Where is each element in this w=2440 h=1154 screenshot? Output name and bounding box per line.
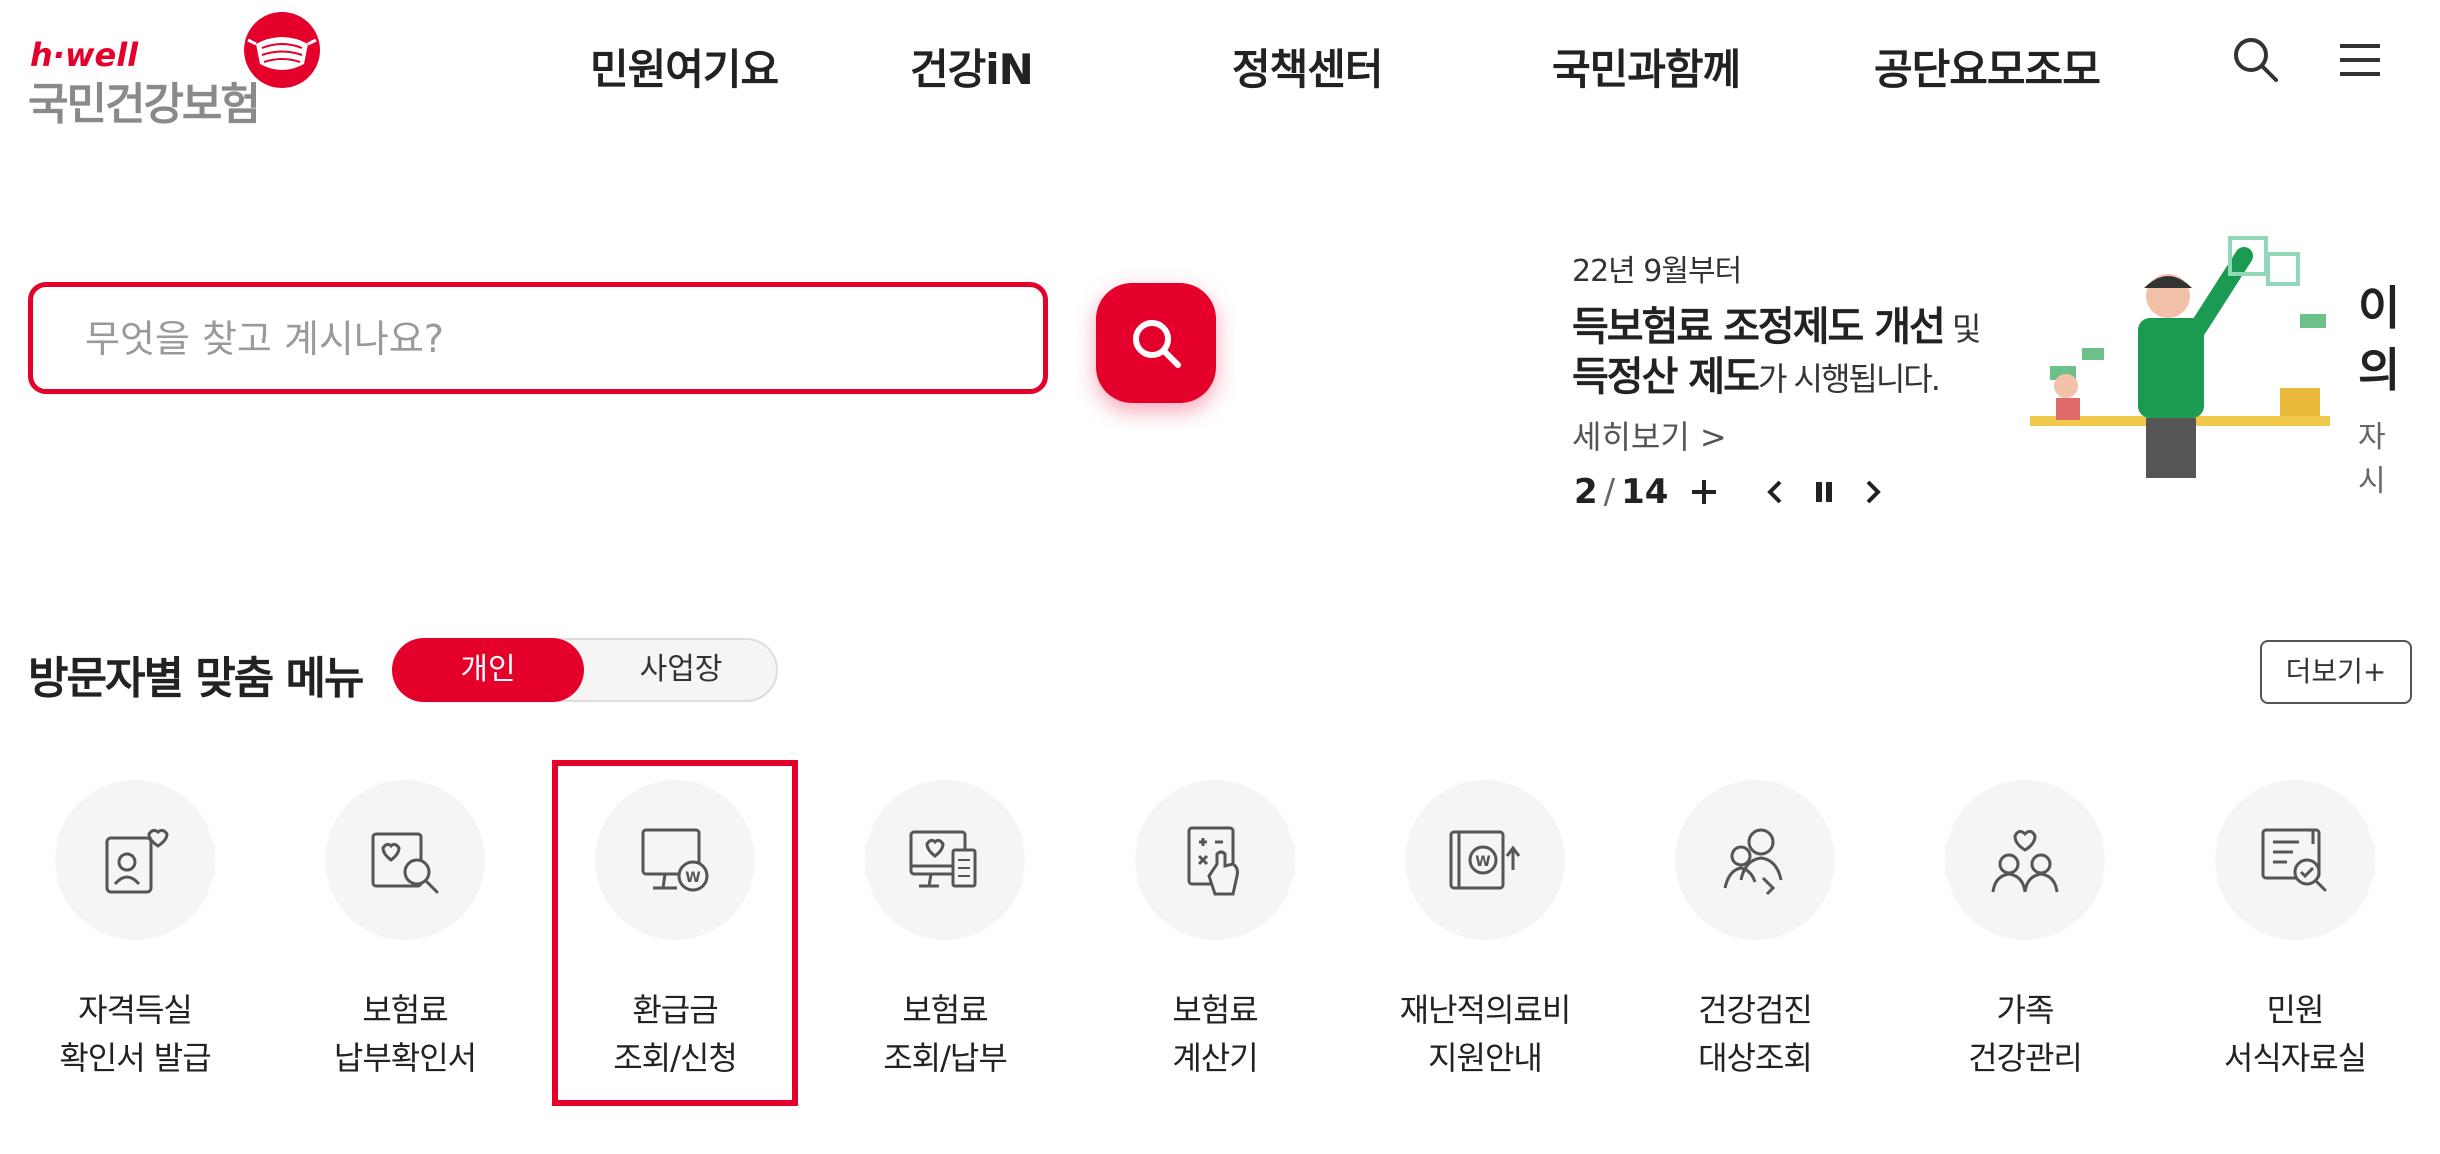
- menu-label: 보험료 조회/납부: [883, 991, 1008, 1077]
- menu-icon-circle: [55, 780, 215, 940]
- logo[interactable]: h·well 국민건강보험: [28, 10, 328, 130]
- toggle-business[interactable]: 사업장: [588, 640, 774, 700]
- banner-title-line2: 득정산 제도가 시행됩니다.: [1572, 354, 1941, 400]
- search-icon[interactable]: [2230, 34, 2282, 86]
- menu-label: 건강검진 대상조회: [1698, 991, 1813, 1077]
- hamburger-menu-icon[interactable]: [2334, 34, 2386, 86]
- family-heart-icon: [1991, 829, 2059, 893]
- banner-counter: 2/14: [1574, 472, 1669, 512]
- menu-label: 환급금 조회/신청: [613, 991, 738, 1077]
- document-check-icon: [2261, 828, 2327, 892]
- svg-text:W: W: [685, 870, 700, 886]
- svg-text:W: W: [1475, 854, 1490, 870]
- search-box: [28, 282, 1048, 394]
- menu-item-qualification-certificate[interactable]: 자격득실 확인서 발급: [0, 780, 230, 1080]
- monitor-won-icon: W: [641, 828, 709, 892]
- nav-item-minwon[interactable]: 민원여기요: [590, 36, 779, 97]
- banner-next-line1: 이: [2358, 281, 2401, 335]
- menu-icon-circle: [1945, 780, 2105, 940]
- menu-item-health-checkup-inquiry[interactable]: 건강검진 대상조회: [1620, 780, 1850, 1080]
- monitor-receipt-icon: [909, 830, 977, 888]
- menu-label: 재난적의료비 지원안내: [1399, 991, 1572, 1077]
- menu-label: 자격득실 확인서 발급: [59, 991, 211, 1077]
- chevron-right-icon[interactable]: [1854, 474, 1890, 510]
- menu-label: 가족 건강관리: [1968, 991, 2083, 1077]
- pause-icon[interactable]: [1806, 474, 1842, 510]
- menu-label: 보험료 납부확인서: [333, 991, 477, 1077]
- search-button[interactable]: [1096, 283, 1216, 403]
- toggle-individual[interactable]: 개인: [392, 638, 584, 702]
- menu-item-refund-inquiry[interactable]: W 환급금 조회/신청: [540, 780, 770, 1080]
- document-search-icon: [371, 832, 439, 894]
- menu-item-premium-payment-certificate[interactable]: 보험료 납부확인서: [270, 780, 500, 1080]
- menu-item-civil-forms[interactable]: 민원 서식자료실: [2160, 780, 2390, 1080]
- visitor-menu-title: 방문자별 맞춤 메뉴: [28, 653, 364, 704]
- menu-icon-circle: [1135, 780, 1295, 940]
- nav-item-policy-center[interactable]: 정책센터: [1232, 36, 1384, 97]
- visitor-type-toggle: 개인 사업장: [392, 638, 778, 702]
- search-icon: [1133, 320, 1181, 368]
- banner-detail-link[interactable]: 세히보기 >: [1572, 412, 1727, 458]
- calculator-hand-icon: [1187, 826, 1239, 896]
- logo-mask-icon: [244, 12, 320, 88]
- banner-next-line3: 자시: [2358, 420, 2386, 499]
- menu-item-premium-calculator[interactable]: 보험료 계산기: [1080, 780, 1310, 1080]
- menu-item-premium-inquiry-payment[interactable]: 보험료 조회/납부: [810, 780, 1040, 1080]
- menu-item-family-health[interactable]: 가족 건강관리: [1890, 780, 2120, 1080]
- banner-date: 22년 9월부터: [1572, 254, 1742, 289]
- nav-item-health-in[interactable]: 건강iN: [910, 36, 1034, 97]
- menu-item-catastrophic-medical-support[interactable]: W 재난적의료비 지원안내: [1350, 780, 1580, 1080]
- menu-icon-circle: [325, 780, 485, 940]
- menu-label: 민원 서식자료실: [2223, 991, 2367, 1077]
- logo-text: 국민건강보험: [28, 79, 261, 130]
- nav-item-with-citizens[interactable]: 국민과함께: [1552, 36, 1741, 97]
- person-search-icon: [1723, 828, 1783, 896]
- more-button[interactable]: 더보기+: [2260, 640, 2412, 704]
- nav-item-about[interactable]: 공단요모조모: [1874, 36, 2101, 97]
- banner-next-line2: 의: [2358, 343, 2401, 397]
- menu-icon-circle: W: [1405, 780, 1565, 940]
- plus-icon[interactable]: [1686, 474, 1722, 510]
- banner-illustration: [2030, 236, 2330, 478]
- menu-icon-circle: [865, 780, 1025, 940]
- menu-icon-circle: [1675, 780, 1835, 940]
- search-input[interactable]: [83, 287, 987, 391]
- menu-icon-circle: [2215, 780, 2375, 940]
- chevron-left-icon[interactable]: [1758, 474, 1794, 510]
- id-card-heart-icon: [105, 828, 169, 894]
- menu-label: 보험료 계산기: [1172, 991, 1258, 1077]
- menu-icon-circle: W: [595, 780, 755, 940]
- book-won-icon: W: [1449, 830, 1521, 890]
